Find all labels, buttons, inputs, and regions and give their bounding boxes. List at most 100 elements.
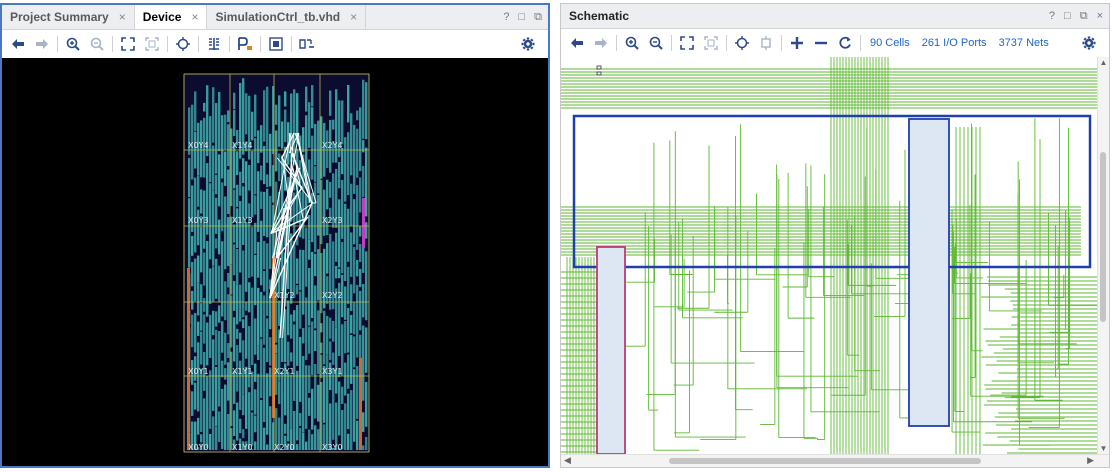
- cells-count-link[interactable]: 90 Cells: [870, 37, 910, 49]
- zoom-selection-icon[interactable]: [142, 34, 162, 54]
- close-icon[interactable]: ×: [119, 10, 126, 24]
- auto-fit-icon[interactable]: [173, 34, 193, 54]
- clock-region-label: X1Y4: [232, 141, 253, 150]
- zoom-fit-icon[interactable]: [677, 33, 697, 53]
- placed-logic-column: [200, 284, 203, 303]
- vertical-scrollbar[interactable]: ▲ ▼: [1097, 57, 1109, 454]
- float-icon[interactable]: ⧉: [1080, 10, 1088, 23]
- placed-logic-column: [263, 347, 266, 423]
- close-icon[interactable]: ×: [191, 10, 198, 24]
- tab-simulationctrl-tb[interactable]: SimulationCtrl_tb.vhd ×: [207, 5, 367, 29]
- clock-region-label: X1Y0: [232, 443, 253, 452]
- zoom-out-icon[interactable]: [87, 34, 107, 54]
- placed-logic-column: [365, 222, 368, 239]
- tab-label: Device: [142, 10, 182, 24]
- collapse-minus-icon[interactable]: [811, 33, 831, 53]
- back-arrow-icon[interactable]: [567, 33, 587, 53]
- placed-logic-column: [308, 102, 311, 148]
- placed-logic-column: [359, 107, 362, 172]
- fixed-icon[interactable]: [297, 34, 317, 54]
- placed-logic-column: [224, 332, 227, 365]
- placed-logic-column: [317, 249, 320, 301]
- scrollbar-thumb[interactable]: [669, 458, 981, 464]
- placed-logic-column: [239, 171, 242, 196]
- placed-logic-column: [314, 363, 317, 419]
- placed-logic-column: [299, 336, 302, 402]
- nets-count-link[interactable]: 3737 Nets: [999, 37, 1049, 49]
- placed-logic-column: [290, 374, 293, 429]
- placed-logic-column: [287, 300, 290, 336]
- placed-logic-column: [209, 116, 212, 183]
- io-ports-count-link[interactable]: 261 I/O Ports: [922, 37, 987, 49]
- placed-logic-column: [221, 388, 224, 449]
- placed-logic-column: [338, 268, 341, 279]
- placed-logic-column: [209, 370, 212, 429]
- placed-logic-column: [254, 94, 257, 137]
- placed-logic-column: [254, 415, 257, 433]
- expand-cell-icon[interactable]: [756, 33, 776, 53]
- close-icon[interactable]: ×: [350, 10, 357, 24]
- scroll-up-icon[interactable]: ▲: [1098, 58, 1109, 67]
- horizontal-scrollbar[interactable]: ◀ ▶: [561, 454, 1109, 467]
- scroll-left-icon[interactable]: ◀: [564, 455, 571, 466]
- expand-plus-icon[interactable]: [787, 33, 807, 53]
- placed-logic-column: [221, 182, 224, 232]
- clock-region-label: X3Y0: [322, 443, 343, 452]
- device-canvas[interactable]: X0Y4 X1Y4 X2Y4 X0Y3 X1Y3 X2Y3 X1Y2 X2Y2 X0Y1 X1Y1…: [2, 58, 548, 466]
- placed-logic-column: [263, 90, 266, 142]
- placed-logic-column: [224, 368, 227, 380]
- placed-logic-column: [254, 254, 257, 306]
- back-arrow-icon[interactable]: [8, 34, 28, 54]
- close-icon[interactable]: ×: [1097, 10, 1103, 22]
- placed-logic-column: [260, 291, 263, 338]
- settings-gear-icon[interactable]: [518, 34, 538, 54]
- placed-logic-column: [314, 285, 317, 329]
- placed-logic-column: [344, 203, 347, 282]
- select-area-icon[interactable]: [266, 34, 286, 54]
- settings-gear-icon[interactable]: [1079, 33, 1099, 53]
- tab-label: SimulationCtrl_tb.vhd: [215, 10, 341, 24]
- pblock-icon[interactable]: [235, 34, 255, 54]
- zoom-in-icon[interactable]: [63, 34, 83, 54]
- help-icon[interactable]: ?: [503, 11, 509, 23]
- float-icon[interactable]: ⧉: [534, 11, 542, 24]
- placed-logic-column: [365, 251, 368, 321]
- maximize-icon[interactable]: □: [1064, 10, 1071, 22]
- zoom-selection-icon[interactable]: [701, 33, 721, 53]
- scroll-down-icon[interactable]: ▼: [1098, 444, 1109, 453]
- placed-logic-column: [254, 222, 257, 254]
- placed-logic-column: [215, 258, 218, 299]
- help-icon[interactable]: ?: [1049, 10, 1055, 22]
- resource-strip: [362, 198, 365, 248]
- placed-logic-column: [203, 314, 206, 344]
- placed-logic-column: [257, 287, 260, 346]
- refresh-icon[interactable]: [835, 33, 855, 53]
- placed-logic-column: [221, 321, 224, 353]
- zoom-in-icon[interactable]: [622, 33, 642, 53]
- placed-logic-column: [362, 325, 365, 401]
- auto-fit-icon[interactable]: [732, 33, 752, 53]
- placed-logic-column: [239, 284, 242, 322]
- maximize-icon[interactable]: □: [518, 11, 525, 23]
- placed-logic-column: [350, 113, 353, 176]
- forward-arrow-icon[interactable]: [32, 34, 52, 54]
- tab-device[interactable]: Device ×: [134, 5, 208, 29]
- placed-logic-column: [356, 110, 359, 121]
- schematic-canvas[interactable]: [561, 57, 1099, 454]
- zoom-out-icon[interactable]: [646, 33, 666, 53]
- forward-arrow-icon[interactable]: [591, 33, 611, 53]
- scrollbar-thumb[interactable]: [1100, 152, 1106, 322]
- placed-logic-column: [233, 92, 236, 110]
- resource-strip: [359, 358, 362, 450]
- tab-project-summary[interactable]: Project Summary ×: [2, 5, 135, 29]
- placed-logic-column: [338, 381, 341, 436]
- placed-logic-column: [308, 215, 311, 240]
- placed-logic-column: [266, 174, 269, 188]
- placed-logic-column: [251, 287, 254, 366]
- placed-logic-column: [311, 321, 314, 376]
- zoom-fit-icon[interactable]: [118, 34, 138, 54]
- routing-resources-icon[interactable]: [204, 34, 224, 54]
- placed-logic-column: [326, 179, 329, 210]
- scroll-right-icon[interactable]: ▶: [1087, 455, 1094, 466]
- placed-logic-column: [350, 334, 353, 384]
